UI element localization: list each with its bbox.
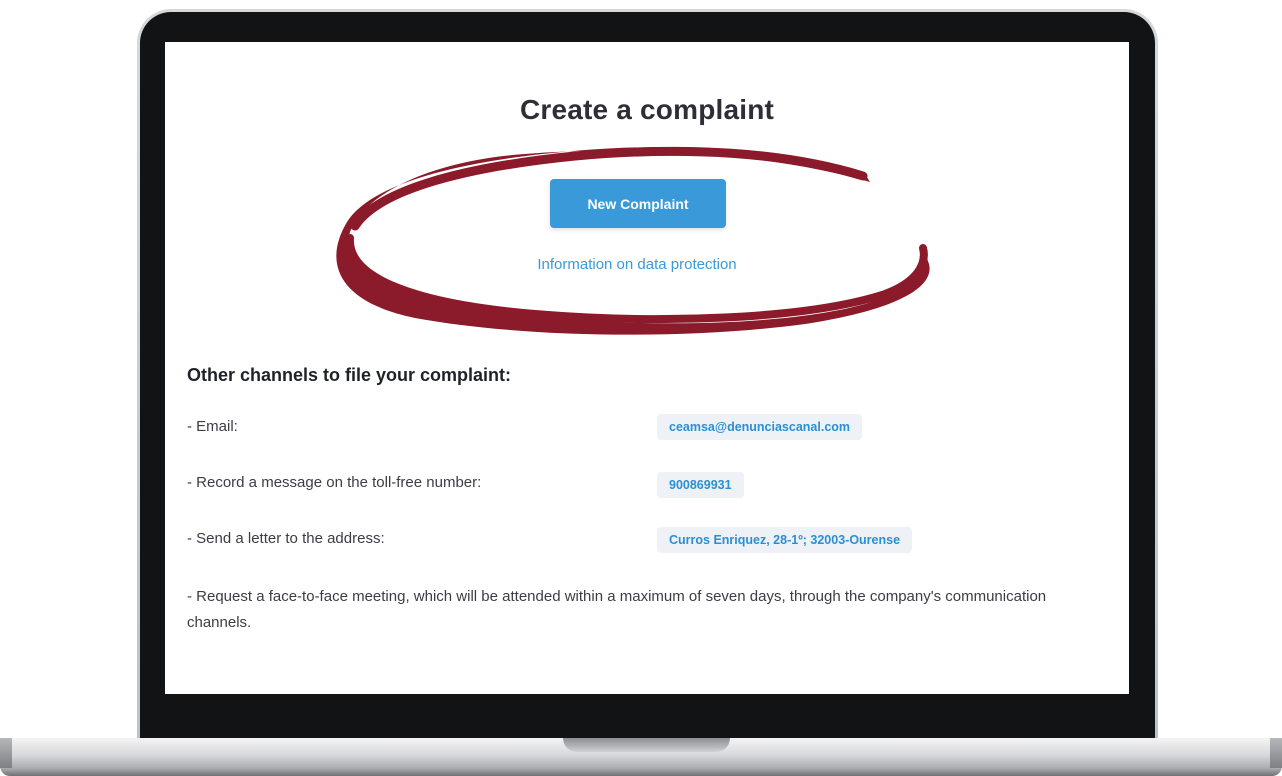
address-label: - Send a letter to the address: xyxy=(187,530,385,547)
laptop-base-notch xyxy=(563,738,730,752)
laptop-screen: Create a complaint New Complaint Informa… xyxy=(165,42,1129,694)
data-protection-link[interactable]: Information on data protection xyxy=(165,256,1109,273)
laptop-base-edge-left xyxy=(0,738,12,768)
meeting-paragraph: - Request a face-to-face meeting, which … xyxy=(187,588,1047,631)
phone-chip[interactable]: 900869931 xyxy=(657,472,744,498)
laptop-base-edge-right xyxy=(1270,738,1282,768)
address-chip[interactable]: Curros Enriquez, 28-1º; 32003-Ourense xyxy=(657,527,913,553)
other-channels-heading: Other channels to file your complaint: xyxy=(187,365,512,385)
page-title: Create a complaint xyxy=(519,94,775,125)
new-complaint-button[interactable]: New Complaint xyxy=(550,179,726,228)
email-label: - Email: xyxy=(187,418,238,435)
email-chip[interactable]: ceamsa@denunciascanal.com xyxy=(657,414,863,440)
phone-label: - Record a message on the toll-free numb… xyxy=(187,474,482,491)
